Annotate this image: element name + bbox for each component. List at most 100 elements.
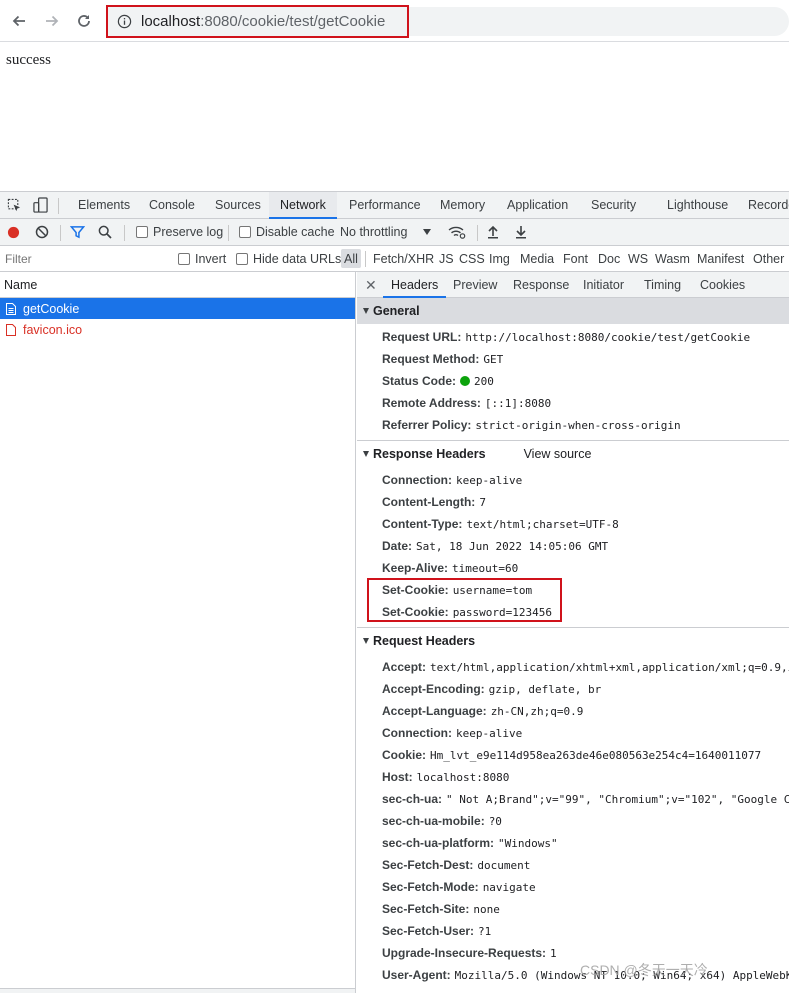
filter-toggle-button[interactable] (70, 219, 85, 245)
header-key: Referrer Policy: (382, 418, 472, 432)
header-key: Set-Cookie: (382, 605, 449, 619)
url-path: :8080/cookie/test/getCookie (200, 13, 386, 30)
record-button[interactable] (7, 219, 20, 245)
preserve-log-label: Preserve log (153, 225, 224, 239)
tab-cookies[interactable]: Cookies (692, 272, 753, 298)
header-value: [::1]:8080 (484, 397, 552, 410)
filter-type-ws[interactable]: WS (628, 246, 648, 271)
tab-elements[interactable]: Elements (68, 192, 140, 219)
header-key: Accept-Encoding: (382, 682, 485, 696)
tab-initiator[interactable]: Initiator (575, 272, 632, 298)
throttling-value: No throttling (340, 225, 408, 239)
search-button[interactable] (98, 219, 112, 245)
toolbar-separator (124, 225, 125, 241)
header-key: sec-ch-ua: (382, 792, 443, 806)
header-row: Sec-Fetch-User: ?1 (357, 920, 789, 942)
tab-memory[interactable]: Memory (430, 192, 495, 219)
tab-network[interactable]: Network (269, 192, 337, 219)
collapse-triangle-icon (363, 638, 369, 644)
disable-cache-checkbox[interactable]: Disable cache (239, 219, 335, 245)
filter-type-other[interactable]: Other (753, 246, 784, 271)
reload-button[interactable] (73, 10, 95, 32)
filter-input[interactable] (0, 248, 166, 269)
tab-recorder[interactable]: Recorde (738, 192, 789, 219)
tab-performance[interactable]: Performance (339, 192, 431, 219)
filter-type-font[interactable]: Font (563, 246, 588, 271)
disable-cache-box[interactable] (239, 226, 251, 238)
invert-box[interactable] (178, 252, 190, 265)
filter-type-js[interactable]: JS (439, 246, 454, 271)
tab-sources[interactable]: Sources (205, 192, 271, 219)
forward-button[interactable] (41, 10, 63, 32)
response-headers-section-header[interactable]: Response Headers View source (357, 441, 789, 467)
tab-console[interactable]: Console (139, 192, 205, 219)
filter-type-img[interactable]: Img (489, 246, 510, 271)
address-bar[interactable]: localhost:8080/cookie/test/getCookie (106, 5, 409, 38)
request-row-getcookie[interactable]: getCookie (0, 298, 355, 319)
header-value: http://localhost:8080/cookie/test/getCoo… (465, 331, 751, 344)
clear-button[interactable] (35, 219, 49, 245)
view-source-link[interactable]: View source (524, 447, 592, 461)
tab-application[interactable]: Application (497, 192, 578, 219)
hide-data-urls-checkbox[interactable]: Hide data URLs (236, 246, 341, 271)
tab-security[interactable]: Security (581, 192, 646, 219)
header-row: Accept: text/html,application/xhtml+xml,a… (357, 656, 789, 678)
header-row: Referrer Policy: strict-origin-when-cross… (357, 414, 789, 436)
network-conditions-button[interactable] (448, 219, 466, 245)
filter-type-doc[interactable]: Doc (598, 246, 620, 271)
address-bar-extension[interactable] (409, 7, 789, 36)
filter-type-css[interactable]: CSS (459, 246, 485, 271)
response-headers-section: Connection: keep-alive Content-Length: 7 C… (357, 467, 789, 628)
site-info-icon[interactable] (117, 14, 132, 29)
throttling-select[interactable]: No throttling (340, 219, 432, 245)
clear-icon (35, 225, 49, 239)
header-value: GET (483, 353, 504, 366)
header-key: Content-Type: (382, 517, 463, 531)
filter-type-all[interactable]: All (341, 249, 361, 268)
header-value: localhost:8080 (416, 771, 510, 784)
header-value: text/html;charset=UTF-8 (466, 518, 619, 531)
header-key: Date: (382, 539, 413, 553)
invert-checkbox[interactable]: Invert (178, 246, 226, 271)
request-headers-section-header[interactable]: Request Headers (357, 628, 789, 654)
header-key: Keep-Alive: (382, 561, 449, 575)
back-button[interactable] (8, 10, 30, 32)
file-error-icon (6, 323, 16, 336)
header-key: Sec-Fetch-Dest: (382, 858, 474, 872)
filter-type-media[interactable]: Media (520, 246, 554, 271)
name-column-header[interactable]: Name (0, 272, 355, 298)
export-har-button[interactable] (515, 219, 527, 245)
header-value: document (477, 859, 531, 872)
close-icon[interactable]: ✕ (365, 272, 377, 298)
header-key: Host: (382, 770, 413, 784)
filter-type-manifest[interactable]: Manifest (697, 246, 744, 271)
tab-timing[interactable]: Timing (636, 272, 689, 298)
header-value: password=123456 (452, 606, 553, 619)
header-value: keep-alive (456, 727, 523, 740)
header-value: username=tom (452, 584, 533, 597)
tab-headers[interactable]: Headers (383, 272, 447, 298)
set-cookie-row: Set-Cookie: password=123456 (357, 601, 789, 623)
filter-separator (365, 251, 366, 267)
request-detail-pane: ✕ Headers Preview Response Initiator Tim… (357, 272, 789, 993)
device-toolbar-icon[interactable] (33, 197, 48, 214)
filter-type-fetch-xhr[interactable]: Fetch/XHR (373, 246, 434, 271)
tab-preview[interactable]: Preview (445, 272, 505, 298)
preserve-log-checkbox[interactable]: Preserve log (136, 219, 223, 245)
header-value: Hm_lvt_e9e114d958ea263de46e080563e254c4=… (430, 749, 762, 762)
hide-data-urls-box[interactable] (236, 252, 248, 265)
filter-type-wasm[interactable]: Wasm (655, 246, 690, 271)
header-key: User-Agent: (382, 968, 451, 982)
header-key: Sec-Fetch-Mode: (382, 880, 479, 894)
url-text: localhost:8080/cookie/test/getCookie (141, 13, 385, 30)
header-value: ?1 (478, 925, 492, 938)
tab-lighthouse[interactable]: Lighthouse (657, 192, 738, 219)
header-row: Connection: keep-alive (357, 469, 789, 491)
invert-label: Invert (195, 251, 227, 266)
inspect-element-icon[interactable] (7, 198, 22, 213)
import-har-button[interactable] (487, 219, 499, 245)
request-row-favicon[interactable]: favicon.ico (0, 319, 355, 340)
preserve-log-box[interactable] (136, 226, 148, 238)
tab-response[interactable]: Response (505, 272, 577, 298)
general-section-header[interactable]: General (357, 298, 789, 324)
